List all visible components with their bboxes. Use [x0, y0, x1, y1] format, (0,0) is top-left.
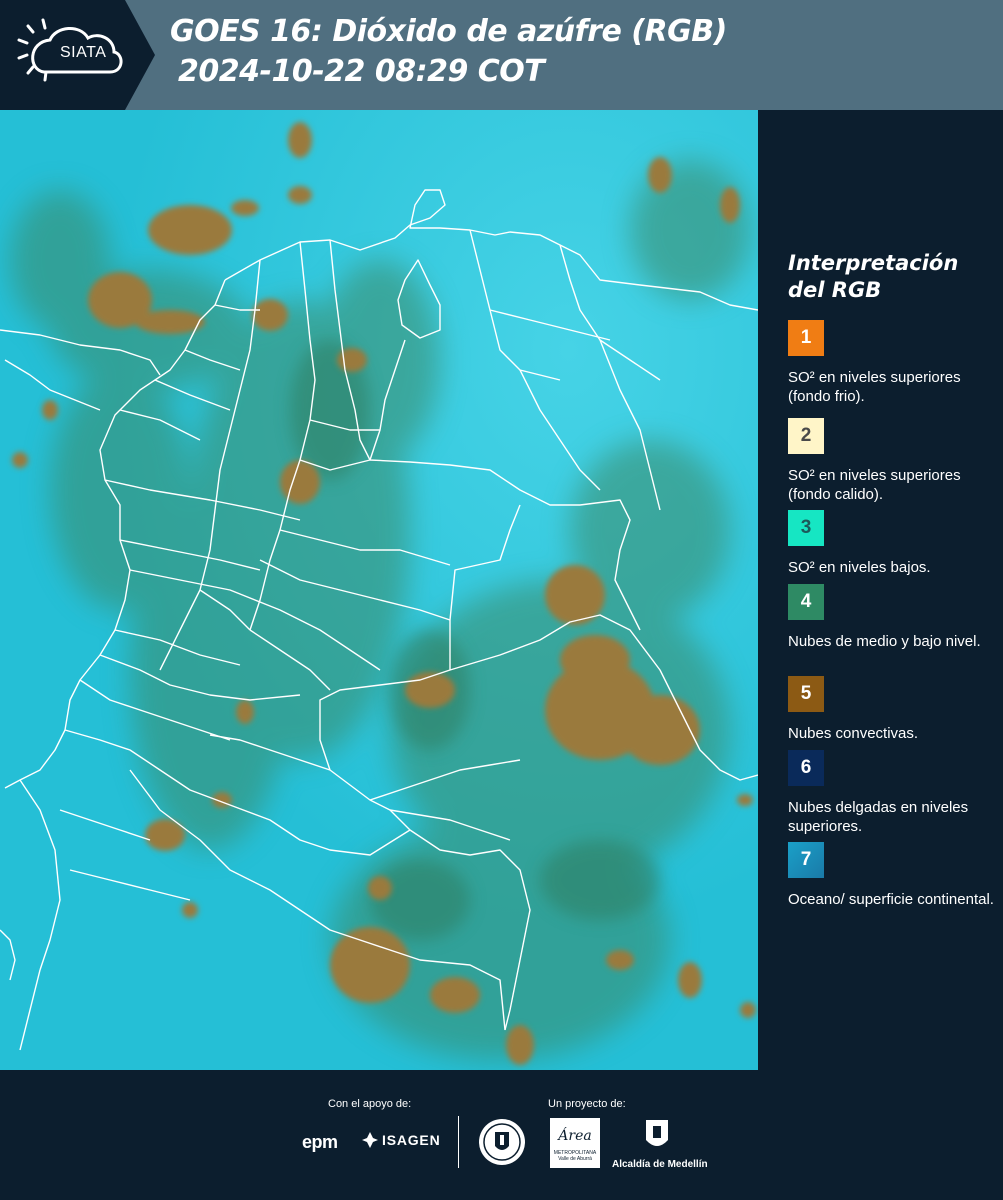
legend-swatch: 1 — [788, 320, 824, 356]
legend-number: 6 — [800, 757, 812, 778]
legend-number: 5 — [800, 683, 812, 704]
page-title: GOES 16: Dióxido de azúfre (RGB) — [170, 14, 727, 49]
legend-title: Interpretación del RGB — [788, 251, 959, 302]
legend-label: Nubes delgadas en niveles superiores. — [788, 799, 969, 835]
medellin-seal-logo — [478, 1118, 526, 1171]
legend-label: SO² en niveles bajos. — [788, 559, 931, 576]
satellite-map — [0, 110, 758, 1070]
alcaldia-medellin-logo: Alcaldía de Medellín — [612, 1118, 708, 1170]
legend-swatch: 6 — [788, 750, 824, 786]
legend-swatch: 3 — [788, 510, 824, 546]
legend-label: Nubes de medio y bajo nivel. — [788, 633, 981, 650]
legend-item: 7 Oceano/ superficie continental. — [788, 842, 998, 909]
area-logo-name: Área — [558, 1128, 592, 1144]
legend-item: 1 SO² en niveles superiores (fondo frio)… — [788, 320, 998, 406]
footer: Con el apoyo de: Un proyecto de: epm ISA… — [0, 1070, 1003, 1200]
siata-logo: SIATA — [0, 0, 155, 110]
area-logo-sub2: Valle de Aburrá — [558, 1156, 592, 1162]
epm-logo: epm — [302, 1132, 338, 1153]
legend-item: 6 Nubes delgadas en niveles superiores. — [788, 750, 998, 836]
legend-swatch: 5 — [788, 676, 824, 712]
area-metropolitana-logo: Área METROPOLITANA Valle de Aburrá — [550, 1118, 600, 1168]
legend-number: 3 — [800, 517, 812, 538]
isagen-logo-text: ISAGEN — [382, 1132, 441, 1148]
legend-item: 5 Nubes convectivas. — [788, 676, 998, 743]
satellite-map-image — [0, 110, 758, 1070]
footer-divider — [458, 1116, 459, 1168]
legend-number: 2 — [800, 425, 812, 446]
legend-number: 7 — [800, 849, 812, 870]
legend-item: 2 SO² en niveles superiores (fondo calid… — [788, 418, 998, 504]
page-timestamp: 2024-10-22 08:29 COT — [178, 54, 545, 89]
alcaldia-shield-icon — [646, 1120, 668, 1146]
legend-label: Oceano/ superficie continental. — [788, 891, 994, 908]
legend-item: 3 SO² en niveles bajos. — [788, 510, 998, 577]
support-caption: Con el apoyo de: — [328, 1098, 412, 1110]
siata-logo-text: SIATA — [60, 44, 107, 61]
header: SIATA GOES 16: Dióxido de azúfre (RGB) 2… — [0, 0, 1003, 110]
legend-swatch: 2 — [788, 418, 824, 454]
legend-label: SO² en niveles superiores (fondo calido)… — [788, 467, 961, 503]
legend-label: Nubes convectivas. — [788, 725, 919, 742]
legend-swatch: 7 — [788, 842, 824, 878]
legend-item: 4 Nubes de medio y bajo nivel. — [788, 584, 998, 651]
isagen-icon — [362, 1132, 378, 1148]
project-caption: Un proyecto de: — [548, 1098, 626, 1110]
legend-number: 4 — [800, 591, 812, 612]
epm-logo-text: epm — [302, 1132, 338, 1152]
legend-number: 1 — [800, 327, 812, 348]
legend-swatch: 4 — [788, 584, 824, 620]
alcaldia-logo-text: Alcaldía de Medellín — [612, 1159, 708, 1170]
isagen-logo: ISAGEN — [362, 1132, 440, 1148]
legend-panel: Interpretación del RGB 1 SO² en niveles … — [760, 110, 1003, 1070]
legend-label: SO² en niveles superiores (fondo frio). — [788, 369, 961, 405]
